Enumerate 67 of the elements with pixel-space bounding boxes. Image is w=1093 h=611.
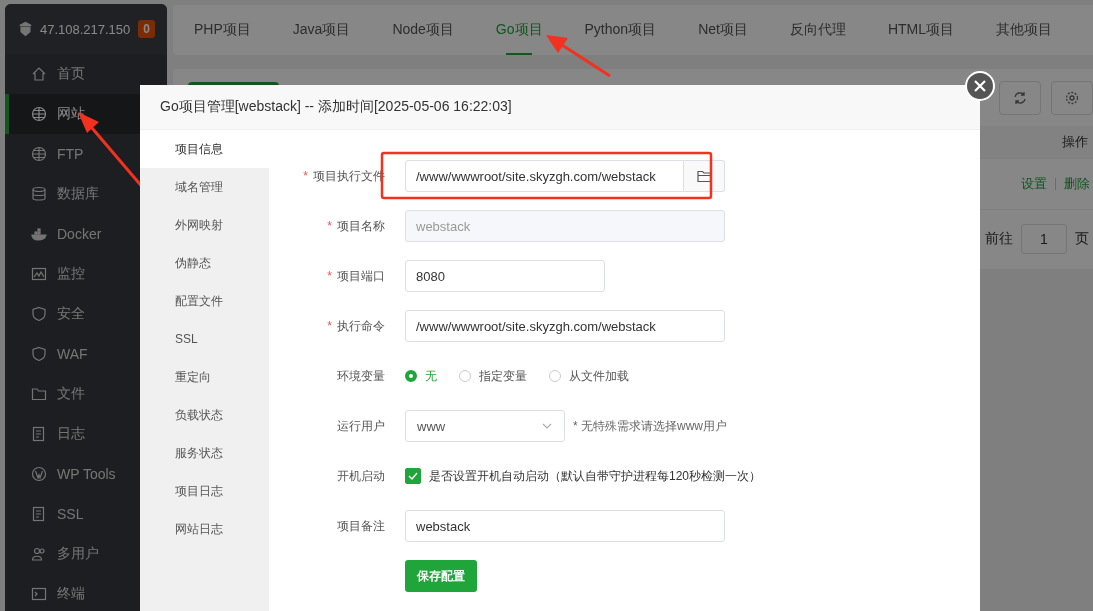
term-icon <box>31 586 47 602</box>
user-select[interactable]: www <box>405 410 565 442</box>
settings-icon <box>1065 90 1079 105</box>
field-label: 项目名称 <box>337 218 385 233</box>
field-label: 执行命令 <box>337 318 385 333</box>
sidebar-item[interactable]: 终端 <box>5 574 167 611</box>
action-link[interactable]: 删除 <box>1064 174 1090 193</box>
docker-icon <box>31 226 47 242</box>
arrow-drawing <box>546 35 611 78</box>
project-tab[interactable]: PHP项目 <box>173 5 272 55</box>
page-suffix: 页 <box>1075 230 1089 249</box>
log-icon <box>31 426 47 442</box>
users-icon <box>31 546 47 562</box>
monitor-icon <box>31 266 47 282</box>
field-label: 项目备注 <box>337 518 385 533</box>
folder-icon <box>31 386 47 402</box>
refresh-icon <box>1013 90 1027 105</box>
db-icon <box>31 186 47 202</box>
project-tab[interactable]: Node项目 <box>371 5 475 55</box>
chevron-down-icon <box>542 423 552 429</box>
field-label: 运行用户 <box>337 418 385 433</box>
save-button[interactable]: 保存配置 <box>405 560 477 592</box>
settings-button[interactable] <box>1051 80 1093 115</box>
column-header: 操作 <box>1062 133 1088 152</box>
globe-icon <box>31 146 47 162</box>
radio-option[interactable]: 从文件加载 <box>549 367 629 385</box>
globe-icon <box>31 106 47 122</box>
project-tab[interactable]: HTML项目 <box>866 5 976 55</box>
server-logo-icon <box>19 19 32 39</box>
folder-icon <box>696 169 712 183</box>
page-input[interactable]: 1 <box>1021 224 1067 255</box>
goto-label: 前往 <box>985 230 1013 249</box>
field-label: 开机启动 <box>337 468 385 483</box>
radio-option[interactable]: 无 <box>405 367 437 385</box>
field-label: 环境变量 <box>337 368 385 383</box>
required-mark: * <box>327 218 332 233</box>
notification-badge[interactable]: 0 <box>138 20 155 38</box>
required-mark: * <box>303 168 308 183</box>
project-tab[interactable]: 反向代理 <box>768 5 867 55</box>
hint-text: * 无特殊需求请选择www用户 <box>573 417 727 435</box>
server-ip: 47.108.217.150 <box>39 21 131 37</box>
dialog-title: Go项目管理[webstack] -- 添加时间[2025-05-06 16:22:03] <box>140 85 980 130</box>
input-field[interactable]: /www/wwwroot/site.skyzgh.com/webstack <box>405 310 725 342</box>
project-tab[interactable]: Java项目 <box>271 5 372 55</box>
required-mark: * <box>327 268 332 283</box>
project-tab[interactable]: Go项目 <box>474 5 564 55</box>
wp-icon <box>31 466 47 482</box>
checkmark-icon <box>408 472 418 480</box>
radio-option[interactable]: 指定变量 <box>459 367 527 385</box>
field-label: 项目端口 <box>337 268 385 283</box>
shield-icon <box>31 346 47 362</box>
file-path-field[interactable]: /www/wwwroot/site.skyzgh.com/webstack <box>405 160 684 192</box>
checkbox-label: 是否设置开机自动启动（默认自带守护进程每120秒检测一次） <box>429 467 762 485</box>
browse-button[interactable] <box>684 160 725 192</box>
home-icon <box>31 66 47 82</box>
input-field[interactable]: 8080 <box>405 260 605 292</box>
action-link[interactable]: 设置 <box>1021 174 1047 193</box>
checkbox[interactable] <box>405 468 421 484</box>
project-tab[interactable]: Python项目 <box>563 5 678 55</box>
close-icon <box>974 80 986 92</box>
project-tab[interactable]: Net项目 <box>677 5 769 55</box>
dialog-nav-item[interactable]: 项目信息 <box>140 130 269 168</box>
project-tab[interactable]: 其他项目 <box>975 5 1074 55</box>
shield-icon <box>31 306 47 322</box>
required-mark: * <box>327 318 332 333</box>
log-icon <box>31 506 47 522</box>
input-field[interactable]: webstack <box>405 510 725 542</box>
